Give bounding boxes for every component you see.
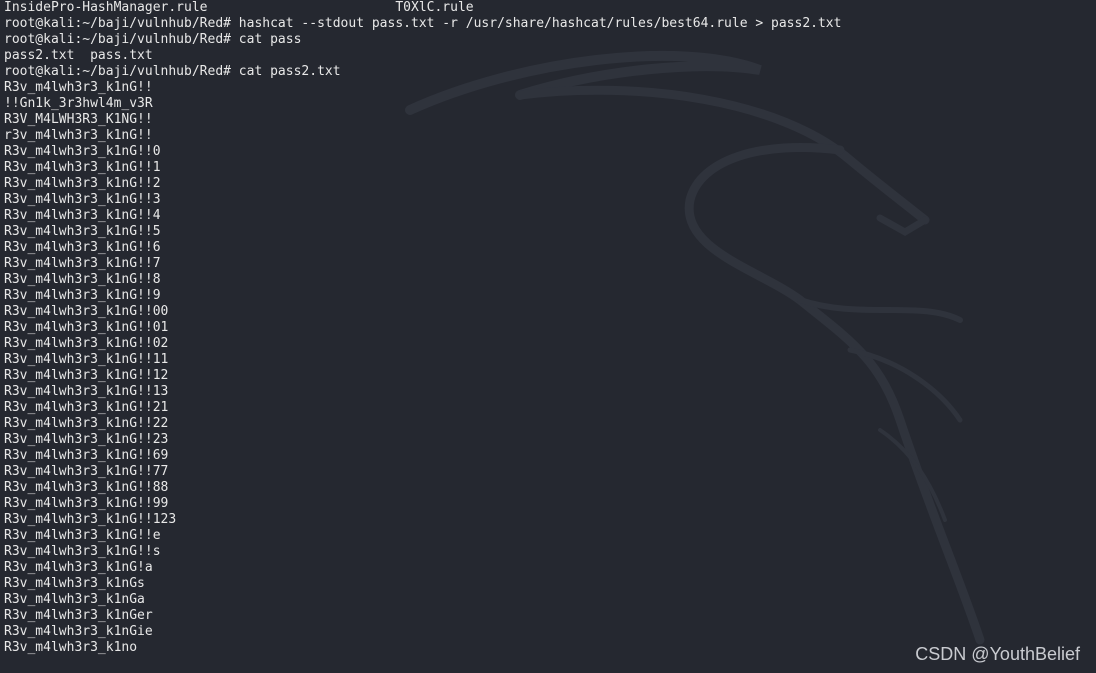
terminal-line: R3v_m4lwh3r3_k1nGs [4,576,145,591]
terminal-line: R3v_m4lwh3r3_k1nG!!77 [4,464,169,479]
terminal-line: root@kali:~/baji/vulnhub/Red# cat pass [4,32,302,47]
terminal-line: InsidePro-HashManager.rule T0XlC.rule [4,0,474,15]
terminal-line: R3v_m4lwh3r3_k1nG!!e [4,528,161,543]
terminal-line: root@kali:~/baji/vulnhub/Red# cat pass2.… [4,64,341,79]
terminal-line: R3v_m4lwh3r3_k1nG!!3 [4,192,161,207]
terminal-line: R3v_m4lwh3r3_k1nG!!23 [4,432,169,447]
terminal-line: root@kali:~/baji/vulnhub/Red# hashcat --… [4,16,842,31]
terminal-window[interactable]: InsidePro-HashManager.rule T0XlC.rule roo… [0,0,1096,673]
terminal-line: R3v_m4lwh3r3_k1nG!!7 [4,256,161,271]
csdn-watermark: CSDN @YouthBelief [915,644,1080,664]
terminal-line: R3v_m4lwh3r3_k1nG!!s [4,544,161,559]
terminal-line: R3v_m4lwh3r3_k1nG!!22 [4,416,169,431]
terminal-line: R3v_m4lwh3r3_k1nG!!123 [4,512,177,527]
terminal-line: R3v_m4lwh3r3_k1nGa [4,592,145,607]
terminal-line: R3v_m4lwh3r3_k1nG!!69 [4,448,169,463]
terminal-line: R3v_m4lwh3r3_k1nGie [4,624,153,639]
terminal-line: R3v_m4lwh3r3_k1nG!!00 [4,304,169,319]
terminal-line: R3v_m4lwh3r3_k1nG!!21 [4,400,169,415]
terminal-line: R3V_M4LWH3R3_K1NG!! [4,112,153,127]
terminal-line: R3v_m4lwh3r3_k1nG!!2 [4,176,161,191]
terminal-line: R3v_m4lwh3r3_k1nG!!6 [4,240,161,255]
terminal-line: R3v_m4lwh3r3_k1nG!! [4,80,153,95]
terminal-line: R3v_m4lwh3r3_k1nG!!13 [4,384,169,399]
terminal-line: R3v_m4lwh3r3_k1nG!!02 [4,336,169,351]
terminal-output: InsidePro-HashManager.rule T0XlC.rule roo… [4,0,841,656]
terminal-line: R3v_m4lwh3r3_k1nG!!9 [4,288,161,303]
terminal-line: R3v_m4lwh3r3_k1nG!!11 [4,352,169,367]
terminal-line: R3v_m4lwh3r3_k1nG!!1 [4,160,161,175]
terminal-line: R3v_m4lwh3r3_k1nG!!88 [4,480,169,495]
terminal-line: R3v_m4lwh3r3_k1nG!!99 [4,496,169,511]
terminal-line: pass2.txt pass.txt [4,48,153,63]
terminal-line: R3v_m4lwh3r3_k1nG!!5 [4,224,161,239]
terminal-line: R3v_m4lwh3r3_k1nG!!4 [4,208,161,223]
terminal-line: R3v_m4lwh3r3_k1nG!!01 [4,320,169,335]
terminal-line: R3v_m4lwh3r3_k1nG!!0 [4,144,161,159]
terminal-line: R3v_m4lwh3r3_k1nG!!8 [4,272,161,287]
terminal-line: R3v_m4lwh3r3_k1nGer [4,608,153,623]
terminal-line: R3v_m4lwh3r3_k1nG!a [4,560,153,575]
terminal-line: R3v_m4lwh3r3_k1nG!!12 [4,368,169,383]
terminal-line: r3v_m4lwh3r3_k1nG!! [4,128,153,143]
terminal-line: R3v_m4lwh3r3_k1no [4,640,138,655]
terminal-line: !!Gn1k_3r3hwl4m_v3R [4,96,153,111]
